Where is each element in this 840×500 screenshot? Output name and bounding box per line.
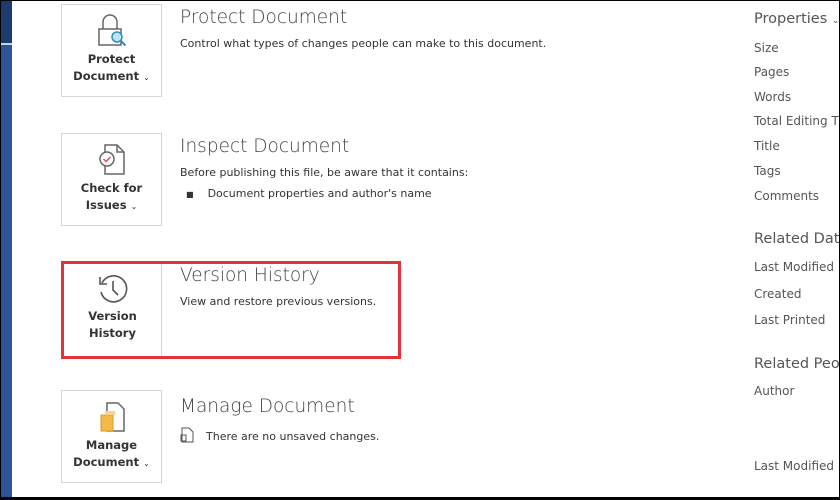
chevron-down-icon: ⌄ [831, 16, 839, 26]
button-label: History [89, 326, 136, 340]
property-label: Words [754, 90, 792, 104]
date-label: Last Modified [754, 260, 835, 274]
section-status: There are no unsaved changes. [180, 427, 379, 443]
bullet-text: Document properties and author's name [207, 187, 432, 200]
document-sync-icon [180, 427, 194, 443]
related-people-header: Related Peo [754, 356, 839, 372]
property-label: Pages [754, 65, 790, 79]
button-label: Protect [87, 52, 136, 66]
button-label: Document [73, 455, 140, 469]
last-modified-by-label: Last Modified B [754, 459, 839, 473]
history-clock-icon [98, 275, 127, 303]
status-text: There are no unsaved changes. [206, 430, 380, 443]
bullet-item: ■ Document properties and author's name [186, 187, 432, 200]
backstage-sidebar[interactable] [1, 1, 12, 497]
button-label: Check for [80, 181, 143, 195]
property-label: Tags [754, 164, 781, 178]
property-label: Comments [754, 189, 820, 203]
people-label: Author [754, 384, 795, 398]
property-label: Total Editing Ti [754, 114, 839, 128]
manage-document-button[interactable]: Manage Document ⌄ [61, 390, 162, 483]
protect-document-button[interactable]: Protect Document ⌄ [61, 4, 162, 97]
version-history-button[interactable]: Version History [64, 264, 161, 356]
section-title: Inspect Document [180, 136, 350, 157]
properties-header[interactable]: Properties ⌄ [754, 11, 839, 27]
divider [161, 264, 162, 356]
lock-search-icon [97, 14, 126, 47]
section-title: Version History [180, 265, 320, 286]
section-description: Before publishing this file, be aware th… [180, 166, 469, 179]
button-label: Document [73, 69, 140, 83]
property-label: Size [754, 41, 779, 55]
sidebar-selected-item[interactable] [1, 1, 12, 45]
section-description: Control what types of changes people can… [180, 37, 547, 50]
button-label: Manage [85, 438, 138, 452]
chevron-down-icon: ⌄ [143, 73, 150, 82]
chevron-down-icon: ⌄ [143, 459, 150, 468]
document-check-icon [98, 144, 125, 175]
chevron-down-icon: ⌄ [130, 202, 138, 211]
manage-document-icon [100, 402, 125, 432]
properties-panel: Properties ⌄ Size Pages Words Total Edit… [754, 1, 839, 497]
section-description: View and restore previous versions. [180, 295, 377, 308]
date-label: Created [754, 287, 802, 301]
check-for-issues-button[interactable]: Check for Issues ⌄ [61, 133, 162, 226]
property-label: Title [754, 139, 780, 153]
header-label: Properties [754, 11, 828, 27]
related-dates-header: Related Date [754, 231, 839, 247]
date-label: Last Printed [754, 313, 826, 327]
section-title: Manage Document [180, 396, 355, 417]
section-title: Protect Document [180, 7, 348, 28]
button-label: Issues [85, 198, 127, 212]
info-backstage: Protect Document ⌄ Protect Document Cont… [1, 1, 839, 497]
button-label: Version [88, 309, 137, 323]
